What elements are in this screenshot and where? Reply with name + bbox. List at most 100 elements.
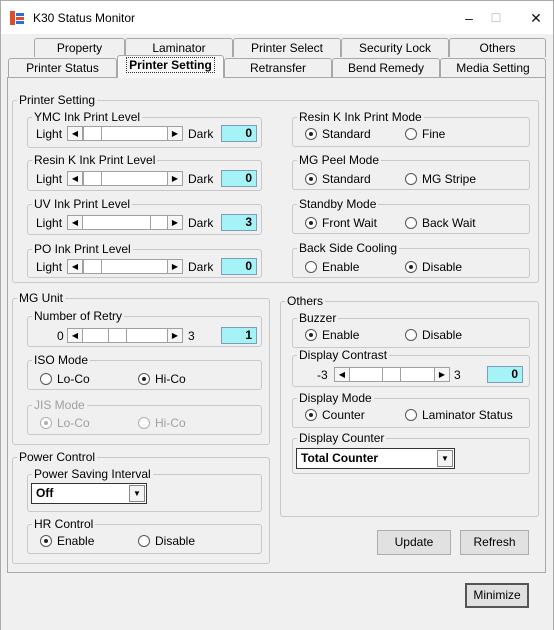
mg-peel-label: MG Peel Mode [297, 153, 382, 167]
resin-k-fine-radio[interactable]: Fine [405, 127, 445, 141]
display-counter-radio[interactable]: Counter [305, 408, 365, 422]
jis-hico-radio: Hi-Co [138, 416, 186, 430]
resin-k-standard-radio[interactable]: Standard [305, 127, 371, 141]
buzzer-label: Buzzer [297, 311, 339, 325]
uv-light-label: Light [36, 216, 63, 230]
standby-back-radio[interactable]: Back Wait [405, 216, 476, 230]
ymc-level-slider[interactable]: ◀ ▶ [67, 126, 183, 141]
contrast-max-label: 3 [454, 368, 461, 382]
slider-thumb[interactable] [83, 172, 102, 185]
chevron-down-icon[interactable]: ▼ [129, 485, 145, 502]
app-icon [10, 11, 24, 25]
arrow-right-icon[interactable]: ▶ [167, 260, 182, 273]
contrast-value: 0 [487, 366, 523, 383]
mg-unit-title: MG Unit [17, 291, 66, 305]
resin-k-value: 0 [221, 170, 257, 187]
others-title: Others [285, 294, 326, 308]
slider-thumb[interactable] [108, 329, 127, 342]
arrow-right-icon[interactable]: ▶ [167, 172, 182, 185]
uv-level-label: UV Ink Print Level [32, 197, 133, 211]
power-saving-label: Power Saving Interval [32, 467, 153, 481]
buzzer-enable-radio[interactable]: Enable [305, 328, 359, 342]
buzzer-disable-radio[interactable]: Disable [405, 328, 462, 342]
display-laminator-status-radio[interactable]: Laminator Status [405, 408, 513, 422]
po-light-label: Light [36, 260, 63, 274]
hr-control-label: HR Control [32, 517, 96, 531]
resin-k-mode-label: Resin K Ink Print Mode [297, 110, 424, 124]
contrast-min-label: -3 [317, 368, 328, 382]
hr-enable-radio[interactable]: Enable [40, 534, 94, 548]
power-saving-select[interactable]: Off ▼ [31, 483, 147, 504]
arrow-left-icon[interactable]: ◀ [68, 216, 83, 229]
po-level-label: PO Ink Print Level [32, 242, 133, 256]
po-level-slider[interactable]: ◀ ▶ [67, 259, 183, 274]
po-dark-label: Dark [188, 260, 214, 274]
tab-security-lock[interactable]: Security Lock [341, 38, 449, 57]
display-counter-label: Display Counter [297, 431, 387, 445]
update-button[interactable]: Update [377, 530, 451, 555]
close-window-icon[interactable]: ✕ [526, 8, 546, 28]
arrow-right-icon[interactable]: ▶ [434, 368, 449, 381]
arrow-left-icon[interactable]: ◀ [68, 127, 83, 140]
minimize-window-icon[interactable]: – [459, 8, 479, 28]
arrow-left-icon[interactable]: ◀ [335, 368, 350, 381]
minimize-button[interactable]: Minimize [465, 583, 529, 608]
iso-hico-radio[interactable]: Hi-Co [138, 372, 186, 386]
tab-media-setting[interactable]: Media Setting [440, 58, 546, 77]
uv-level-slider[interactable]: ◀ ▶ [67, 215, 183, 230]
tab-others[interactable]: Others [449, 38, 546, 57]
standby-front-radio[interactable]: Front Wait [305, 216, 377, 230]
slider-thumb[interactable] [382, 368, 401, 381]
retry-label: Number of Retry [32, 309, 125, 323]
window-title: K30 Status Monitor [33, 11, 136, 25]
tab-printer-setting[interactable]: Printer Setting [117, 55, 224, 78]
back-cooling-label: Back Side Cooling [297, 241, 400, 255]
jis-mode-label: JIS Mode [32, 398, 87, 412]
tab-retransfer[interactable]: Retransfer [224, 58, 332, 77]
tab-printer-status[interactable]: Printer Status [8, 58, 117, 77]
retry-max-label: 3 [188, 329, 195, 343]
title-bar: K30 Status Monitor – ☐ ✕ [0, 0, 554, 34]
ymc-level-label: YMC Ink Print Level [32, 110, 143, 124]
resin-k-light-label: Light [36, 172, 63, 186]
tab-bend-remedy[interactable]: Bend Remedy [332, 58, 440, 77]
mg-peel-stripe-radio[interactable]: MG Stripe [405, 172, 476, 186]
ymc-dark-label: Dark [188, 127, 214, 141]
retry-value: 1 [221, 327, 257, 344]
hr-disable-radio[interactable]: Disable [138, 534, 195, 548]
tab-property[interactable]: Property [34, 38, 125, 57]
resin-k-level-label: Resin K Ink Print Level [32, 153, 158, 167]
arrow-right-icon[interactable]: ▶ [167, 127, 182, 140]
uv-value: 3 [221, 214, 257, 231]
jis-loco-radio: Lo-Co [40, 416, 90, 430]
uv-dark-label: Dark [188, 216, 214, 230]
power-control-title: Power Control [17, 450, 98, 464]
slider-thumb[interactable] [83, 260, 102, 273]
maximize-window-icon: ☐ [490, 11, 502, 25]
tab-printer-select[interactable]: Printer Select [233, 38, 341, 57]
resin-k-dark-label: Dark [188, 172, 214, 186]
back-cooling-disable-radio[interactable]: Disable [405, 260, 462, 274]
chevron-down-icon[interactable]: ▼ [437, 450, 453, 467]
contrast-slider[interactable]: ◀ ▶ [334, 367, 450, 382]
arrow-left-icon[interactable]: ◀ [68, 172, 83, 185]
arrow-left-icon[interactable]: ◀ [68, 329, 83, 342]
ymc-value: 0 [221, 125, 257, 142]
printer-setting-title: Printer Setting [17, 93, 98, 107]
display-mode-label: Display Mode [297, 391, 374, 405]
mg-peel-standard-radio[interactable]: Standard [305, 172, 371, 186]
retry-slider[interactable]: ◀ ▶ [67, 328, 183, 343]
iso-loco-radio[interactable]: Lo-Co [40, 372, 90, 386]
retry-min-label: 0 [57, 329, 64, 343]
back-cooling-enable-radio[interactable]: Enable [305, 260, 359, 274]
slider-thumb[interactable] [83, 127, 102, 140]
iso-mode-label: ISO Mode [32, 353, 91, 367]
display-counter-select[interactable]: Total Counter ▼ [296, 448, 455, 469]
resin-k-level-slider[interactable]: ◀ ▶ [67, 171, 183, 186]
arrow-right-icon[interactable]: ▶ [167, 329, 182, 342]
arrow-left-icon[interactable]: ◀ [68, 260, 83, 273]
arrow-right-icon[interactable]: ▶ [167, 216, 182, 229]
ymc-light-label: Light [36, 127, 63, 141]
refresh-button[interactable]: Refresh [460, 530, 529, 555]
po-value: 0 [221, 258, 257, 275]
